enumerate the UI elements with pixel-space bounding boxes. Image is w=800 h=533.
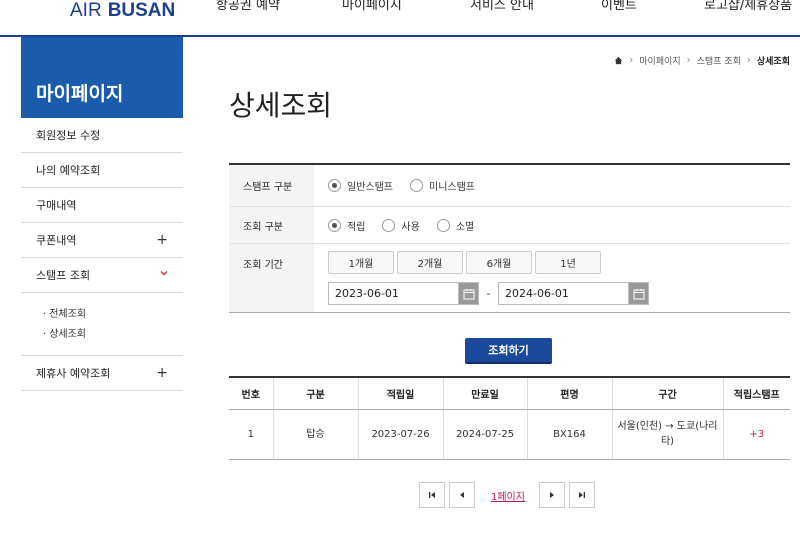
calendar-icon[interactable] (628, 283, 648, 304)
chevron-right-icon (549, 492, 554, 498)
home-icon[interactable] (614, 56, 623, 65)
breadcrumb-stamp[interactable]: 스탬프 조회 (697, 54, 741, 67)
sidebar-item-label: 제휴사 예약조회 (36, 367, 111, 380)
end-date-field[interactable]: 2024-06-01 (498, 282, 649, 305)
cell-stamps: +3 (722, 409, 790, 460)
radio-unchecked-icon (436, 218, 450, 232)
breadcrumb-current: 상세조회 (756, 57, 790, 67)
form-row-period: 조회 기간 1개월 2개월 6개월 1년 2023-06-01 - 2024-0… (229, 244, 790, 312)
pagination: 1페이지 (419, 482, 595, 508)
first-page-icon (429, 492, 435, 498)
search-type-label: 조회 구분 (229, 207, 314, 243)
column-header-stamps: 적립스탬프 (722, 377, 790, 410)
form-row-search-type: 조회 구분 적립 사용 소멸 (229, 207, 790, 244)
first-page-button[interactable] (419, 482, 445, 508)
column-header-flight: 편명 (526, 377, 612, 410)
radio-label: 미니스탬프 (429, 182, 475, 193)
next-page-button[interactable] (538, 482, 565, 508)
sidebar-item-label: 나의 예약조회 (36, 164, 101, 177)
results-table: 번호 구분 적립일 만료일 편명 구간 적립스탬프 1 탑승 2023-07-2… (229, 376, 790, 460)
column-header-expiry-date: 만료일 (442, 377, 527, 410)
nav-mypage[interactable]: 마이페이지 (342, 0, 402, 13)
start-date-value: 2023-06-01 (335, 287, 399, 300)
cell-expiry-date: 2024-07-25 (442, 409, 527, 460)
period-1year-button[interactable]: 1년 (535, 251, 601, 274)
radio-expire[interactable]: 소멸 (436, 218, 475, 233)
sidebar-subitem-all[interactable]: 전체조회 (43, 305, 183, 325)
radio-label: 사용 (401, 221, 420, 233)
sidebar-item-label: 스탬프 조회 (36, 269, 91, 282)
column-header-route: 구간 (611, 377, 723, 410)
search-form: 스탬프 구분 일반스탬프 미니스탬프 조회 구분 적립 사용 소멸 조회 기간 … (229, 163, 790, 313)
nav-events[interactable]: 이벤트 (601, 0, 637, 13)
nav-logo-shop[interactable]: 로고샵/제휴상품 (704, 0, 792, 13)
radio-mini-stamp[interactable]: 미니스탬프 (410, 178, 475, 193)
start-date-field[interactable]: 2023-06-01 (328, 282, 479, 305)
period-1month-button[interactable]: 1개월 (328, 251, 394, 274)
search-button[interactable]: 조회하기 (465, 338, 552, 364)
column-header-earned-date: 적립일 (357, 377, 443, 410)
period-2months-button[interactable]: 2개월 (397, 251, 463, 274)
column-header-type: 구분 (272, 377, 358, 410)
cell-no: 1 (229, 409, 273, 460)
sidebar-item-purchases[interactable]: 구매내역 (21, 188, 183, 223)
plus-icon: + (156, 232, 168, 248)
page-title: 상세조회 (229, 89, 333, 122)
cell-type: 탑승 (272, 409, 358, 460)
breadcrumb: › 마이페이지 › 스탬프 조회 › 상세조회 (614, 54, 790, 67)
sidebar-item-coupons[interactable]: 쿠폰내역 + (21, 223, 183, 258)
breadcrumb-separator-icon: › (746, 55, 751, 66)
table-header-row: 번호 구분 적립일 만료일 편명 구간 적립스탬프 (229, 377, 790, 410)
sidebar-title: 마이페이지 (21, 37, 183, 118)
breadcrumb-separator-icon: › (629, 55, 634, 66)
end-date-value: 2024-06-01 (505, 287, 569, 300)
current-page[interactable]: 1페이지 (491, 488, 525, 503)
sidebar-submenu-stamps: 전체조회 상세조회 (21, 293, 183, 356)
breadcrumb-separator-icon: › (686, 55, 691, 66)
nav-flight-booking[interactable]: 항공권 예약 (216, 0, 280, 13)
radio-label: 일반스탬프 (347, 182, 393, 193)
sidebar-item-label: 쿠폰내역 (36, 234, 77, 247)
radio-label: 적립 (347, 221, 366, 233)
period-label: 조회 기간 (229, 244, 314, 312)
chevron-left-icon (460, 492, 464, 498)
last-page-icon (578, 492, 585, 498)
breadcrumb-mypage[interactable]: 마이페이지 (639, 54, 680, 67)
table-row: 1 탑승 2023-07-26 2024-07-25 BX164 서울(인천) … (229, 409, 790, 460)
sidebar-item-label: 구매내역 (36, 199, 77, 212)
plus-icon: + (156, 365, 168, 381)
radio-use[interactable]: 사용 (382, 218, 420, 233)
calendar-icon[interactable] (458, 283, 478, 304)
global-nav: 항공권 예약 마이페이지 서비스 안내 이벤트 로고샵/제휴상품 (0, 0, 800, 14)
column-header-no: 번호 (229, 377, 273, 410)
sidebar-item-partner-reservations[interactable]: 제휴사 예약조회 + (21, 356, 183, 391)
nav-service-guide[interactable]: 서비스 안내 (470, 0, 534, 13)
radio-checked-icon (328, 218, 341, 232)
sidebar-item-label: 회원정보 수정 (36, 129, 101, 142)
sidebar: 마이페이지 회원정보 수정 나의 예약조회 구매내역 쿠폰내역 + 스탬프 조회 … (21, 37, 183, 391)
chevron-down-icon (160, 271, 168, 276)
global-header: AIR BUSAN 항공권 예약 마이페이지 서비스 안내 이벤트 로고샵/제휴… (0, 0, 800, 37)
cell-route: 서울(인천) → 도쿄(나리타) (611, 409, 723, 460)
radio-label: 소멸 (455, 221, 475, 233)
cell-earned-date: 2023-07-26 (357, 409, 443, 460)
prev-page-button[interactable] (449, 482, 475, 508)
radio-general-stamp[interactable]: 일반스탬프 (328, 178, 393, 193)
radio-earn[interactable]: 적립 (328, 218, 365, 233)
stamp-type-label: 스탬프 구분 (229, 165, 314, 206)
cell-flight: BX164 (526, 409, 612, 460)
sidebar-item-stamps[interactable]: 스탬프 조회 (21, 258, 183, 293)
form-row-stamp-type: 스탬프 구분 일반스탬프 미니스탬프 (229, 165, 790, 207)
sidebar-subitem-detail[interactable]: 상세조회 (43, 325, 183, 345)
date-separator: - (486, 287, 491, 300)
radio-unchecked-icon (410, 179, 423, 192)
sidebar-item-my-reservations[interactable]: 나의 예약조회 (21, 153, 183, 188)
last-page-button[interactable] (568, 482, 595, 508)
period-6months-button[interactable]: 6개월 (466, 251, 532, 274)
sidebar-item-member-info[interactable]: 회원정보 수정 (21, 118, 183, 153)
radio-checked-icon (328, 179, 341, 192)
radio-unchecked-icon (382, 218, 396, 232)
